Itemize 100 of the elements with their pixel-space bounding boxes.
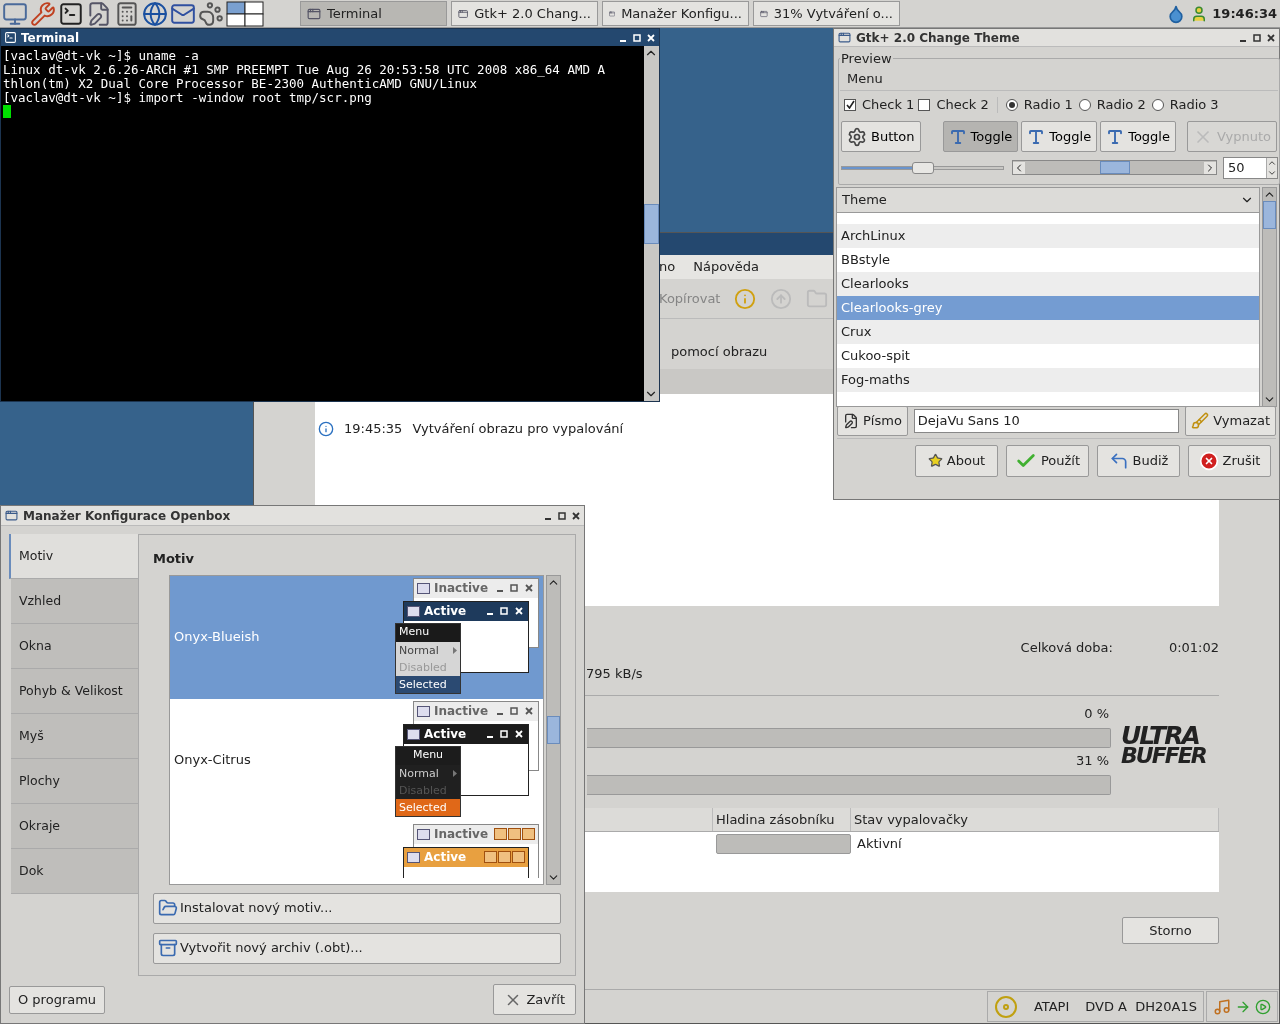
settings-tab[interactable]: Myš [11,714,138,759]
total-time-value: 0:01:02 [1168,639,1219,657]
menu-item[interactable]: Nápověda [693,257,759,277]
scrollbar-thumb[interactable] [1099,161,1130,174]
wrench-icon[interactable] [30,0,56,27]
close-icon[interactable] [572,511,580,520]
scrollbar-thumb[interactable] [1263,200,1276,229]
toggle-button[interactable]: Toggle [1021,121,1098,152]
info-icon [318,421,334,437]
column-header[interactable]: Theme [837,187,1259,213]
theme-list-row[interactable]: ArchLinux [837,223,1259,248]
maximize-icon[interactable] [1253,33,1261,42]
toggle-button[interactable]: Toggle [1100,121,1176,152]
scrollbar-thumb[interactable] [547,715,560,744]
window-icon [417,582,430,594]
column-header[interactable]: Stav vypalovačky [851,808,1219,831]
settings-tab[interactable]: Dok [11,849,138,894]
install-theme-button[interactable]: Instalovat nový motiv... [153,892,561,924]
menu-entry: Normal [398,642,440,659]
column-header[interactable]: Hladina zásobníku [713,808,851,831]
spin-buttons[interactable] [1266,157,1277,178]
terminal-icon[interactable] [58,0,84,27]
settings-tab[interactable]: Motiv [9,534,138,579]
paw-icon[interactable] [198,0,224,27]
settings-tab[interactable]: Plochy [11,759,138,804]
inactive-title: Inactive [434,826,490,843]
window-icon [407,728,420,740]
settings-tab[interactable]: Okna [11,624,138,669]
file-pen-icon[interactable] [86,0,112,27]
scrollbar[interactable] [1262,186,1277,407]
tick-icon [845,100,855,109]
theme-list-row[interactable]: Fog-maths [837,367,1259,392]
dialog-button[interactable]: About [915,444,998,477]
terminal-line: [vaclav@dt-vk ~]$ import -window root tmp/scr.png [3,91,373,105]
close-button[interactable]: Zavřít [493,984,576,1015]
window-button-icon [494,828,507,840]
slider[interactable] [841,160,1004,175]
cancel-button[interactable]: Storno [1122,917,1219,944]
program-info-button[interactable]: O programu [9,985,106,1014]
window-icon [307,6,321,21]
active-title: Active [424,849,468,866]
font-button[interactable]: Písmo [837,406,908,436]
checkbox-label: Check 2 [936,95,989,114]
task-button[interactable]: Gtk+ 2.0 Chang... [451,1,598,26]
radio-label: Radio 1 [1023,95,1073,114]
scrollbar[interactable] [1012,160,1217,175]
terminal-line: [vaclav@dt-vk ~]$ uname -a [3,49,200,63]
scroll-right-icon[interactable] [1204,161,1216,174]
radio-label: Radio 3 [1169,95,1219,114]
scrollbar-thumb[interactable] [644,203,659,244]
checkbox[interactable] [844,98,856,111]
toggle-button[interactable]: Toggle [942,121,1019,152]
font-icon [843,413,859,429]
create-archive-button[interactable]: Vytvořit nový archiv (.obt)... [153,932,561,964]
theme-list-row[interactable]: Crux [837,319,1259,344]
settings-tab[interactable]: Vzhled [11,579,138,624]
scroll-left-icon[interactable] [1013,161,1025,174]
scrollbar[interactable] [546,574,561,885]
spin-field[interactable]: 50 [1223,156,1278,179]
settings-tab[interactable]: Okraje [11,804,138,849]
maximize-icon[interactable] [558,511,566,520]
task-button[interactable]: Terminal [300,1,447,26]
task-button[interactable]: 31% Vytváření o... [753,1,900,26]
window-button-icon [512,851,525,863]
music-note-icon[interactable] [1213,997,1231,1016]
pager-icon[interactable] [226,0,264,27]
calculator-icon[interactable] [114,0,140,27]
window-title: Gtk+ 2.0 Change Theme [856,29,1021,47]
monitor-icon[interactable] [2,0,28,27]
menu-entry: Disabled [398,659,448,676]
menu-item[interactable]: no [659,257,676,277]
globe-icon[interactable] [142,0,168,27]
theme-list-item[interactable]: Inactive Active [170,821,543,878]
terminal-line: thlon(tm) X2 Dual Core Processor BE-2300 AuthenticAMD GNU/Linux [3,77,479,91]
clear-button[interactable]: Vymazat [1185,406,1276,436]
window-title: Manažer Konfigurace Openbox [23,507,232,525]
slider-thumb[interactable] [911,161,934,174]
window-button-icon [522,828,535,840]
theme-list-item[interactable]: Onyx-Blueish Inactive Active Menu Normal Disabled Selected [170,575,543,699]
menu-entry: Selected [396,798,460,816]
checkbox[interactable] [918,98,931,111]
font-field[interactable]: DejaVu Sans 10 [913,409,1180,433]
inactive-title: Inactive [434,703,490,720]
letter-t-icon [1027,127,1046,146]
push-button[interactable]: Button [841,121,921,152]
close-icon[interactable] [1267,33,1275,42]
dialog-button[interactable]: Použít [1006,444,1089,477]
task-button[interactable]: Manažer Konfigu... [602,1,749,26]
radio-button[interactable] [1078,98,1091,111]
menu-item[interactable]: Menu [847,69,883,89]
theme-list-row[interactable]: Clearlooks [837,271,1259,296]
dialog-button[interactable]: Budiž [1097,444,1180,477]
scrollbar[interactable] [644,46,659,401]
cancel-icon [1198,450,1219,471]
settings-tab[interactable]: Pohyb & Velikost [11,669,138,714]
radio-button[interactable] [1151,98,1164,111]
radio-button[interactable] [1005,98,1018,111]
speed-value: 795 kB/s [586,665,643,681]
dialog-button[interactable]: Zrušit [1188,444,1271,477]
gear-icon [847,126,867,147]
